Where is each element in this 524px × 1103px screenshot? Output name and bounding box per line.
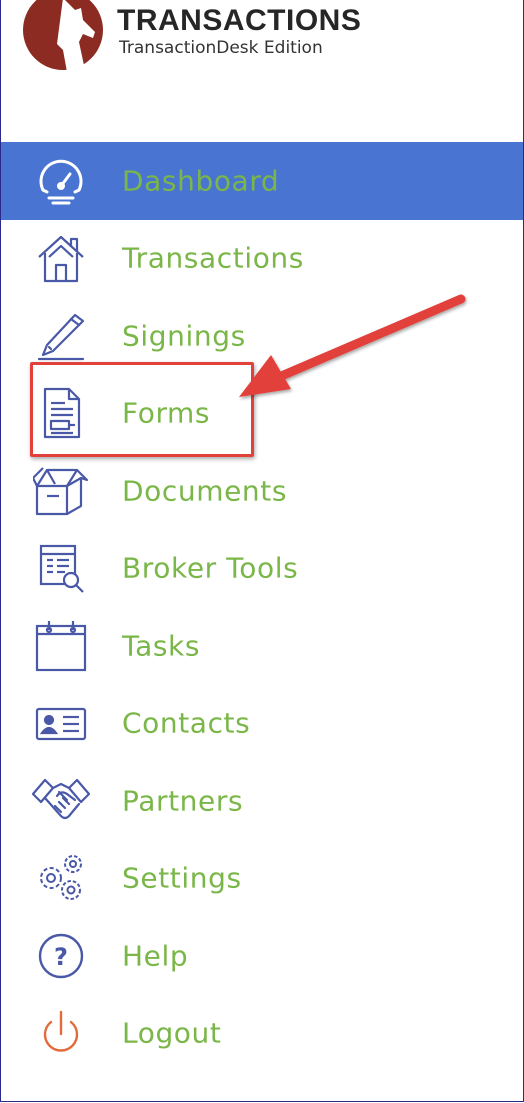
sidebar-item-label: Help [122,939,189,973]
open-box-icon [31,463,91,519]
sidebar-item-label: Partners [122,784,244,818]
sidebar-menu: Dashboard Transactions Signings Forms Do… [1,142,523,1073]
pen-icon [31,308,91,364]
sidebar-item-label: Broker Tools [122,551,299,585]
question-circle-icon: ? [31,928,91,984]
sidebar-item-label: Logout [122,1016,222,1050]
sidebar-item-label: Contacts [122,706,251,740]
sidebar-item-settings[interactable]: Settings [1,840,523,918]
sidebar-item-dashboard[interactable]: Dashboard [1,142,523,220]
brand-subtitle: TransactionDesk Edition [119,38,323,58]
brand-title: TRANSACTIONS [117,4,362,37]
sidebar-item-help[interactable]: ? Help [1,917,523,995]
wolf-howl-logo-icon [23,0,103,72]
sidebar-item-partners[interactable]: Partners [1,762,523,840]
sidebar-item-label: Documents [122,474,288,508]
sidebar-item-documents[interactable]: Documents [1,452,523,530]
sidebar-item-label: Transactions [122,241,304,275]
contact-card-icon [31,695,91,751]
house-icon [31,230,91,286]
gears-icon [31,850,91,906]
handshake-icon [31,773,91,829]
svg-text:?: ? [54,943,68,971]
calendar-icon [31,618,91,674]
sidebar-item-label: Tasks [122,629,201,663]
speedometer-icon [31,153,91,209]
sidebar-item-tasks[interactable]: Tasks [1,607,523,685]
annotation-arrow-icon [239,294,466,397]
sidebar-item-logout[interactable]: Logout [1,995,523,1073]
sidebar-item-label: Settings [122,861,242,895]
sidebar-item-contacts[interactable]: Contacts [1,685,523,763]
power-icon [31,1005,91,1061]
app-frame: TRANSACTIONS TransactionDesk Edition Das… [0,0,524,1102]
sidebar-item-broker-tools[interactable]: Broker Tools [1,530,523,608]
report-magnifier-icon [31,540,91,596]
sidebar-item-label: Dashboard [122,164,280,198]
